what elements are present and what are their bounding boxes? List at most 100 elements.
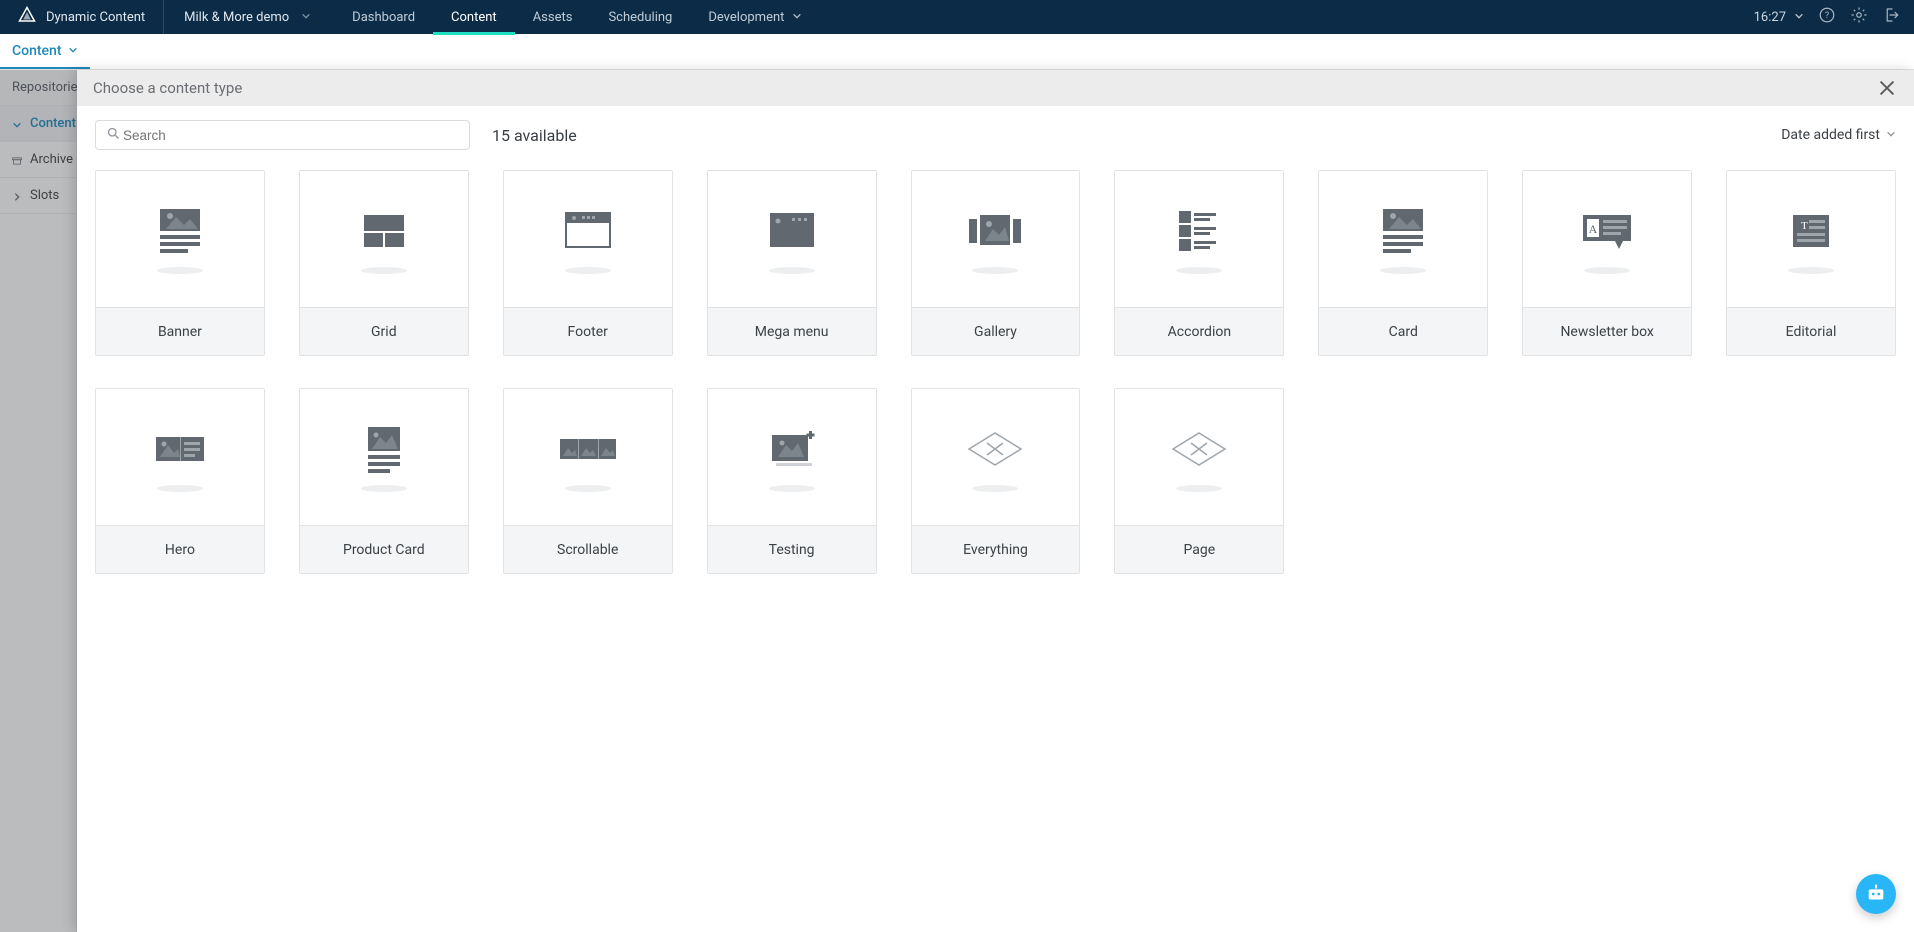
brand-label: Dynamic Content bbox=[46, 10, 145, 25]
card-label: Scrollable bbox=[504, 525, 672, 573]
sidebar-item-label: Archive bbox=[30, 152, 73, 167]
shadow-ellipse bbox=[361, 267, 407, 274]
shadow-ellipse bbox=[565, 267, 611, 274]
logout-icon[interactable] bbox=[1882, 6, 1900, 28]
card-preview bbox=[504, 389, 672, 525]
card-label: Gallery bbox=[912, 307, 1080, 355]
shadow-ellipse bbox=[1788, 267, 1834, 274]
content-type-card-accordion[interactable]: Accordion bbox=[1114, 170, 1284, 356]
gear-icon[interactable] bbox=[1850, 6, 1868, 28]
nav-tab-assets[interactable]: Assets bbox=[515, 0, 591, 34]
generic-icon bbox=[1169, 423, 1229, 475]
card-preview bbox=[1523, 171, 1691, 307]
shadow-ellipse bbox=[157, 267, 203, 274]
card-label: Page bbox=[1115, 525, 1283, 573]
nav-tab-dashboard[interactable]: Dashboard bbox=[334, 0, 433, 34]
content-type-grid: Banner Grid Footer Mega menu Gallery Accordio… bbox=[77, 164, 1914, 604]
content-type-card-mega-menu[interactable]: Mega menu bbox=[707, 170, 877, 356]
nav-tab-development[interactable]: Development bbox=[690, 0, 820, 34]
hub-selector[interactable]: Milk & More demo bbox=[164, 0, 334, 34]
sidebar-item-archive[interactable]: Archive bbox=[0, 142, 76, 178]
subbar: Content bbox=[0, 34, 1914, 70]
hero-icon bbox=[150, 423, 210, 475]
sidebar-item-label: Content bbox=[30, 116, 76, 131]
footer-icon bbox=[558, 205, 618, 257]
modal-header: Choose a content type bbox=[77, 70, 1914, 106]
content-type-card-page[interactable]: Page bbox=[1114, 388, 1284, 574]
grid-icon bbox=[354, 205, 414, 257]
hub-name: Milk & More demo bbox=[184, 10, 289, 25]
content-type-card-editorial[interactable]: Editorial bbox=[1726, 170, 1896, 356]
search-input[interactable] bbox=[121, 127, 459, 144]
nav-right: 16:27 ? bbox=[1754, 0, 1914, 34]
nav-tab-scheduling[interactable]: Scheduling bbox=[590, 0, 690, 34]
chevron-down-icon bbox=[68, 43, 78, 59]
nav-tab-content[interactable]: Content bbox=[433, 0, 515, 34]
sidebar-item-content[interactable]: Content bbox=[0, 106, 76, 142]
productcard-icon bbox=[354, 423, 414, 475]
choose-content-type-modal: Choose a content type 15 available Date … bbox=[77, 70, 1914, 932]
card-label: Mega menu bbox=[708, 307, 876, 355]
content-type-card-product-card[interactable]: Product Card bbox=[299, 388, 469, 574]
card-preview bbox=[1115, 171, 1283, 307]
card-label: Testing bbox=[708, 525, 876, 573]
clock[interactable]: 16:27 bbox=[1754, 10, 1804, 25]
shadow-ellipse bbox=[1176, 485, 1222, 492]
card-label: Newsletter box bbox=[1523, 307, 1691, 355]
content-type-card-scrollable[interactable]: Scrollable bbox=[503, 388, 673, 574]
content-type-card-gallery[interactable]: Gallery bbox=[911, 170, 1081, 356]
modal-title: Choose a content type bbox=[93, 79, 242, 97]
shadow-ellipse bbox=[1584, 267, 1630, 274]
card-preview bbox=[300, 171, 468, 307]
brand[interactable]: Dynamic Content bbox=[0, 0, 164, 34]
content-type-card-banner[interactable]: Banner bbox=[95, 170, 265, 356]
editorial-icon bbox=[1781, 205, 1841, 257]
card-preview bbox=[1115, 389, 1283, 525]
chevron-down-icon bbox=[1886, 127, 1896, 143]
sort-selector[interactable]: Date added first bbox=[1781, 127, 1896, 143]
chevron-down-icon bbox=[792, 10, 802, 25]
card-preview bbox=[96, 389, 264, 525]
content-type-card-newsletter-box[interactable]: Newsletter box bbox=[1522, 170, 1692, 356]
content-type-card-hero[interactable]: Hero bbox=[95, 388, 265, 574]
content-type-card-card[interactable]: Card bbox=[1318, 170, 1488, 356]
content-type-card-grid[interactable]: Grid bbox=[299, 170, 469, 356]
sort-label: Date added first bbox=[1781, 127, 1880, 143]
content-type-card-everything[interactable]: Everything bbox=[911, 388, 1081, 574]
gallery-icon bbox=[965, 205, 1025, 257]
available-count: 15 available bbox=[492, 126, 577, 145]
modal-toolbar: 15 available Date added first bbox=[77, 106, 1914, 164]
card-preview bbox=[708, 389, 876, 525]
sidebar-item-slots[interactable]: Slots bbox=[0, 178, 76, 214]
card-preview bbox=[300, 389, 468, 525]
subbar-content-tab[interactable]: Content bbox=[0, 34, 90, 69]
card-preview bbox=[1727, 171, 1895, 307]
search-icon bbox=[106, 126, 121, 145]
card-icon bbox=[1373, 205, 1433, 257]
shadow-ellipse bbox=[769, 485, 815, 492]
shadow-ellipse bbox=[972, 267, 1018, 274]
chatbot-launcher[interactable] bbox=[1856, 874, 1896, 914]
shadow-ellipse bbox=[157, 485, 203, 492]
content-type-card-testing[interactable]: Testing bbox=[707, 388, 877, 574]
close-icon[interactable] bbox=[1876, 77, 1898, 99]
newsletter-icon bbox=[1577, 205, 1637, 257]
content-type-card-footer[interactable]: Footer bbox=[503, 170, 673, 356]
card-label: Grid bbox=[300, 307, 468, 355]
help-icon[interactable]: ? bbox=[1818, 6, 1836, 28]
shadow-ellipse bbox=[361, 485, 407, 492]
sidebar-section-heading: Repositories bbox=[0, 70, 76, 106]
card-preview bbox=[96, 171, 264, 307]
card-label: Product Card bbox=[300, 525, 468, 573]
testing-icon bbox=[762, 423, 822, 475]
sidebar-item-label: Slots bbox=[30, 188, 59, 203]
chevron-down-icon bbox=[301, 10, 311, 25]
subbar-label: Content bbox=[12, 43, 62, 59]
shadow-ellipse bbox=[769, 267, 815, 274]
card-label: Footer bbox=[504, 307, 672, 355]
card-preview bbox=[504, 171, 672, 307]
chevron-down-icon bbox=[12, 119, 22, 129]
top-nav: Dynamic Content Milk & More demo Dashboa… bbox=[0, 0, 1914, 34]
search-input-wrapper[interactable] bbox=[95, 120, 470, 150]
card-label: Accordion bbox=[1115, 307, 1283, 355]
